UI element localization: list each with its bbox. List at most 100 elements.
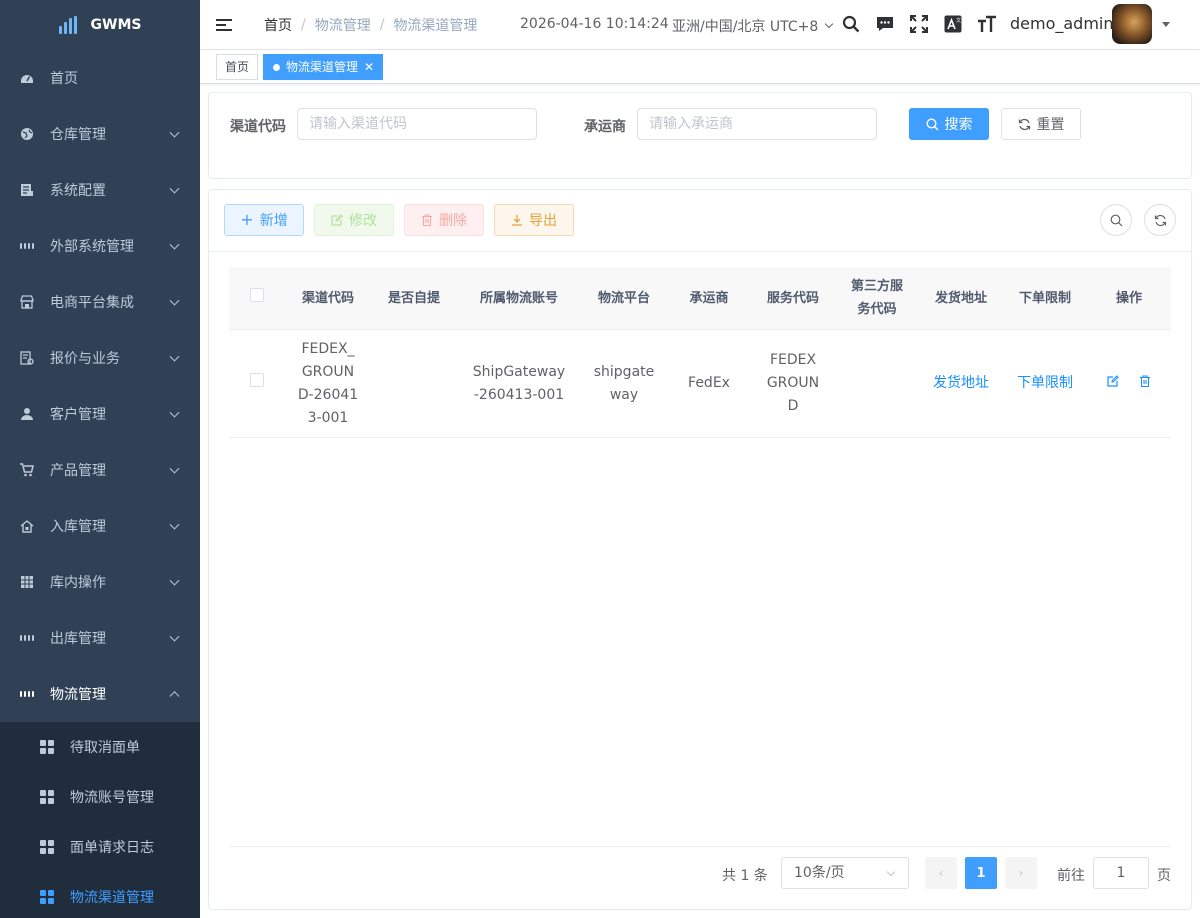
cell-account: ShipGateway-260413-001 (472, 363, 566, 403)
chevron-down-icon (169, 351, 180, 362)
search-button[interactable]: 搜索 (909, 108, 989, 140)
grid-icon (20, 631, 34, 645)
edit-button[interactable]: 修改 (314, 204, 394, 236)
sidebar-item-inventory-ops[interactable]: 库内操作 (0, 554, 200, 610)
breadcrumb-home[interactable]: 首页 (264, 15, 292, 35)
logo-icon (58, 16, 77, 34)
username[interactable]: demo_admin (1010, 14, 1114, 33)
channel-table-card: + 新增 修改 删除 导出 渠道代码 是否自提 所属物流账号 物流平台 承运商 … (208, 189, 1192, 910)
search-icon[interactable] (840, 13, 862, 35)
sidebar-item-quotes[interactable]: 报价与业务 (0, 330, 200, 386)
goto-page-suffix: 页 (1157, 868, 1171, 884)
search-button-label: 搜索 (944, 117, 973, 133)
prev-page-button[interactable]: ‹ (925, 857, 957, 889)
sidebar-item-external-systems[interactable]: 外部系统管理 (0, 218, 200, 274)
search-icon (1110, 214, 1122, 226)
sidebar-item-products[interactable]: 产品管理 (0, 442, 200, 498)
main-content: 首页 / 物流管理 / 物流渠道管理 2026-04-16 10:14:24 亚… (200, 0, 1200, 918)
plus-icon: + (240, 210, 254, 229)
message-icon[interactable] (874, 13, 896, 35)
export-button[interactable]: 导出 (494, 204, 574, 236)
ship-address-link[interactable]: 发货地址 (933, 375, 989, 391)
sidebar-item-customers[interactable]: 客户管理 (0, 386, 200, 442)
tag-label: 物流渠道管理 (286, 60, 359, 74)
sidebar-item-label: 首页 (50, 71, 78, 87)
close-icon[interactable]: ✕ (364, 60, 374, 74)
sidebar-subitem-logistics-channels[interactable]: 物流渠道管理 (0, 872, 200, 918)
sidebar-subitem-pending-cancel[interactable]: 待取消面单 (0, 722, 200, 772)
dashboard-icon (20, 71, 34, 85)
sidebar-item-system-config[interactable]: 系统配置 (0, 162, 200, 218)
navbar: 首页 / 物流管理 / 物流渠道管理 2026-04-16 10:14:24 亚… (200, 0, 1200, 50)
sidebar-item-warehouse[interactable]: 仓库管理 (0, 106, 200, 162)
sidebar-subitem-label: 待取消面单 (70, 740, 140, 756)
page-size-select[interactable]: 10条/页 (781, 857, 909, 889)
fullscreen-icon[interactable] (908, 13, 930, 35)
sidebar-item-inbound[interactable]: 入库管理 (0, 498, 200, 554)
tag-home[interactable]: 首页 (216, 54, 259, 80)
sidebar-item-outbound[interactable]: 出库管理 (0, 610, 200, 666)
user-avatar[interactable] (1112, 4, 1152, 44)
breadcrumb-current: 物流渠道管理 (393, 17, 478, 34)
sidebar-subitem-logistics-accounts[interactable]: 物流账号管理 (0, 772, 200, 822)
column-header: 渠道代码 (301, 290, 354, 306)
grid-icon (20, 239, 34, 253)
delete-button[interactable]: 删除 (404, 204, 484, 236)
search-form: 渠道代码 请输入渠道代码 承运商 请输入承运商 搜索 重置 (208, 92, 1192, 179)
column-header: 是否自提 (387, 290, 440, 306)
sidebar-subitem-label-request-log[interactable]: 面单请求日志 (0, 822, 200, 872)
font-size-icon[interactable] (976, 13, 998, 35)
refresh-icon (1018, 118, 1030, 130)
order-limit-link[interactable]: 下单限制 (1017, 375, 1073, 391)
toggle-search-button[interactable] (1100, 204, 1132, 236)
page-size-value: 10条/页 (794, 865, 845, 881)
chevron-down-icon (886, 867, 896, 877)
table-header: 渠道代码 是否自提 所属物流账号 物流平台 承运商 服务代码 第三方服务代码 发… (229, 267, 1171, 330)
chevron-down-icon (169, 575, 180, 586)
column-header: 物流平台 (597, 290, 650, 306)
timezone-select[interactable]: 亚洲/中国/北京 UTC+8 (672, 16, 834, 36)
sidebar-item-label: 物流管理 (50, 687, 106, 703)
menu-toggle-icon[interactable] (216, 16, 234, 34)
sidebar-subitem-label: 物流账号管理 (70, 790, 154, 806)
logistics-submenu: 待取消面单 物流账号管理 面单请求日志 物流渠道管理 (0, 722, 200, 918)
sidebar-item-home[interactable]: 首页 (0, 50, 200, 106)
sidebar-item-label: 库内操作 (50, 575, 106, 591)
refresh-table-button[interactable] (1144, 204, 1176, 236)
column-header: 操作 (1115, 290, 1142, 306)
table-bottom-border (229, 846, 1171, 847)
chevron-left-icon: ‹ (938, 866, 944, 880)
carrier-input[interactable]: 请输入承运商 (637, 108, 877, 140)
chevron-down-icon (825, 19, 834, 29)
reset-button[interactable]: 重置 (1001, 108, 1081, 140)
select-all-checkbox[interactable] (250, 287, 264, 302)
row-checkbox[interactable] (250, 373, 264, 387)
cell-actions (1087, 372, 1171, 395)
channel-code-input[interactable]: 请输入渠道代码 (297, 108, 537, 140)
reset-button-label: 重置 (1036, 117, 1065, 133)
tag-logistics-channels[interactable]: 物流渠道管理 ✕ (263, 54, 384, 80)
trash-icon[interactable] (1139, 372, 1151, 395)
cell-service-code: FEDEX GROUND (766, 352, 820, 414)
sidebar-item-logistics[interactable]: 物流管理 (0, 666, 200, 722)
sidebar-item-ecommerce[interactable]: 电商平台集成 (0, 274, 200, 330)
channel-table: 渠道代码 是否自提 所属物流账号 物流平台 承运商 服务代码 第三方服务代码 发… (229, 267, 1171, 438)
grid-icon (40, 790, 54, 804)
next-page-button[interactable]: › (1005, 857, 1037, 889)
row-select-cell (229, 372, 285, 395)
refresh-icon (1154, 214, 1166, 226)
export-button-label: 导出 (529, 213, 557, 229)
download-icon (512, 215, 522, 226)
column-header: 下单限制 (1018, 290, 1071, 306)
chevron-down-icon (169, 463, 180, 474)
page-number-current[interactable]: 1 (965, 857, 997, 889)
goto-page-input[interactable]: 1 (1093, 857, 1149, 889)
user-icon (20, 407, 34, 421)
caret-down-icon[interactable] (1162, 22, 1170, 27)
grid-icon (40, 740, 54, 754)
edit-icon[interactable] (1107, 372, 1119, 395)
translate-icon[interactable]: 文 (942, 13, 964, 35)
app-logo[interactable]: GWMS (0, 0, 200, 50)
svg-text:文: 文 (956, 17, 961, 24)
add-button[interactable]: + 新增 (224, 204, 304, 236)
